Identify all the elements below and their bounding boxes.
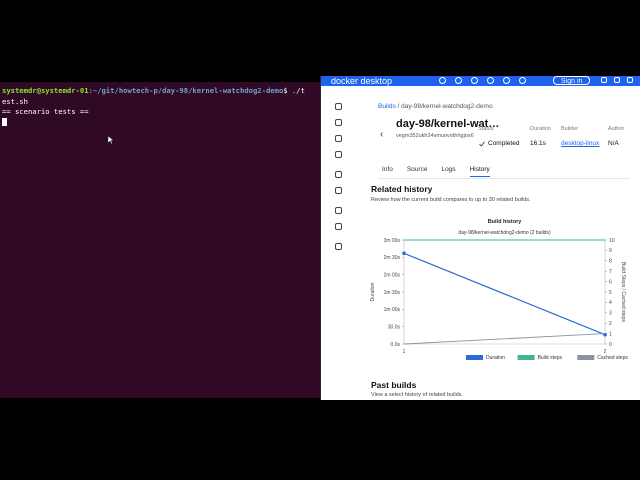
duration-label: Duration	[530, 126, 551, 132]
sidebar	[321, 86, 357, 400]
legend-swatch	[466, 355, 483, 360]
builder-label: Builder	[561, 126, 579, 132]
y-tick-label: 1m 30s	[384, 290, 401, 296]
docker-titlebar: docker desktop Sign in	[321, 76, 640, 86]
help-icon[interactable]	[455, 77, 462, 84]
tab-logs[interactable]: Logs	[441, 166, 455, 177]
past-builds-title: Past builds	[371, 380, 417, 390]
terminal-cursor-line	[2, 117, 318, 129]
add-extension-icon[interactable]	[335, 243, 342, 250]
extensions-sidebar-icon[interactable]	[335, 207, 342, 214]
legend-label: Build steps	[538, 355, 563, 361]
y-tick-label: 2m 00s	[384, 272, 401, 278]
author-label: Author	[608, 126, 625, 132]
terminal-prompt-line: systemdr@systemdr-01:~/git/howtech-p/day…	[2, 86, 318, 97]
chart-title: Build history	[488, 219, 523, 225]
y2-tick-label: 5	[609, 290, 612, 296]
legend-swatch	[517, 355, 535, 360]
y2-tick-label: 0	[609, 342, 612, 348]
y2-tick-label: 9	[609, 248, 612, 254]
y2-tick-label: 6	[609, 279, 612, 285]
close-icon[interactable]	[627, 77, 633, 83]
docker-brand: docker desktop	[331, 76, 393, 86]
y2-tick-label: 7	[609, 269, 612, 275]
y2-tick-label: 8	[609, 259, 612, 265]
settings-icon[interactable]	[503, 77, 510, 84]
build-history-chart: Build history day-98/kernel-watchdog2-dem…	[358, 209, 640, 369]
tab-divider	[378, 178, 630, 179]
terminal-line-2: est.sh	[2, 96, 28, 106]
related-history-desc: Review how the current build compares to…	[371, 197, 531, 203]
check-icon	[479, 141, 485, 147]
y2-tick-label: 3	[609, 311, 612, 317]
window-controls	[601, 77, 633, 83]
legend-swatch	[577, 355, 595, 360]
author-value: N/A	[608, 140, 619, 147]
related-history-title: Related history	[371, 184, 433, 194]
builds-icon[interactable]	[335, 151, 342, 158]
notifications-icon[interactable]	[471, 77, 478, 84]
mouse-pointer-icon	[108, 136, 114, 144]
y-tick-label: 0.0s	[391, 342, 401, 348]
legend-label: Cached steps	[597, 355, 628, 361]
sign-in-button[interactable]: Sign in	[553, 76, 591, 85]
minimize-icon[interactable]	[601, 77, 607, 83]
breadcrumb-current: day-98/kernel-watchdog2-demo	[401, 103, 493, 110]
models-icon[interactable]	[335, 171, 342, 178]
y2-tick-label: 4	[609, 300, 612, 306]
scout-icon[interactable]	[335, 187, 342, 194]
prompt-user: systemdr@systemdr-01	[2, 86, 89, 95]
extensions-icon[interactable]	[487, 77, 494, 84]
series-line-cached-steps	[403, 333, 606, 345]
past-builds-desc: View a select history of related builds.	[371, 392, 463, 398]
duration-value: 16.1s	[530, 140, 546, 147]
builder-link[interactable]: desktop-linux	[561, 140, 599, 147]
tab-history[interactable]: History	[469, 166, 490, 177]
docker-desktop-window: docker desktop Sign in Builds / day-98/k…	[320, 76, 640, 400]
y-tick-label: 3m 00s	[384, 238, 401, 244]
terminal-line-3: == scenario tests ==	[2, 107, 89, 116]
apps-icon[interactable]	[519, 77, 526, 84]
y-axis-title: Duration	[370, 282, 376, 301]
data-point-duration	[402, 251, 406, 256]
build-detail: Builds / day-98/kernel-watchdog2-demo ‹ …	[358, 86, 640, 400]
volumes-icon[interactable]	[335, 135, 342, 142]
maximize-icon[interactable]	[614, 77, 620, 83]
containers-icon[interactable]	[335, 103, 342, 110]
y2-tick-label: 2	[609, 321, 612, 327]
x-tick-label: 1	[403, 349, 406, 355]
prompt-path: :~/git/howtech-p/day-98/kernel-watchdog2…	[88, 86, 284, 95]
chart-subtitle: day-98/kernel-watchdog2-demo (2 builds)	[458, 230, 551, 236]
terminal-window[interactable]: systemdr@systemdr-01:~/git/howtech-p/day…	[0, 82, 320, 398]
y-tick-label: 30.0s	[388, 324, 401, 330]
images-icon[interactable]	[335, 119, 342, 126]
breadcrumb: Builds / day-98/kernel-watchdog2-demo	[378, 103, 493, 110]
build-id: vegm352ukh24vmuovothhgjos6	[396, 133, 474, 139]
breadcrumb-separator: /	[397, 103, 400, 110]
y-tick-label: 2m 30s	[384, 255, 401, 261]
y-tick-label: 1m 00s	[384, 307, 401, 313]
titlebar-icons	[439, 77, 526, 84]
y2-tick-label: 1	[609, 331, 612, 337]
status-label: Status	[478, 126, 494, 132]
y2-axis-title: Build Steps / Cached steps	[620, 262, 626, 323]
tab-source[interactable]: Source	[407, 166, 428, 177]
search-icon[interactable]	[439, 77, 446, 84]
prompt-command: $ ./t	[283, 86, 305, 95]
terminal-cursor	[2, 117, 7, 126]
series-line-duration	[403, 252, 606, 336]
status-value: Completed	[488, 140, 520, 147]
breadcrumb-builds-link[interactable]: Builds	[378, 103, 396, 110]
tab-bar: Info Source Logs History	[382, 166, 504, 177]
tools-icon[interactable]	[335, 223, 342, 230]
back-chevron-icon[interactable]: ‹	[380, 129, 383, 140]
tab-info[interactable]: Info	[382, 166, 393, 177]
legend-label: Duration	[486, 355, 505, 361]
y2-tick-label: 10	[609, 238, 615, 244]
chart-svg: Build history day-98/kernel-watchdog2-dem…	[370, 219, 628, 361]
